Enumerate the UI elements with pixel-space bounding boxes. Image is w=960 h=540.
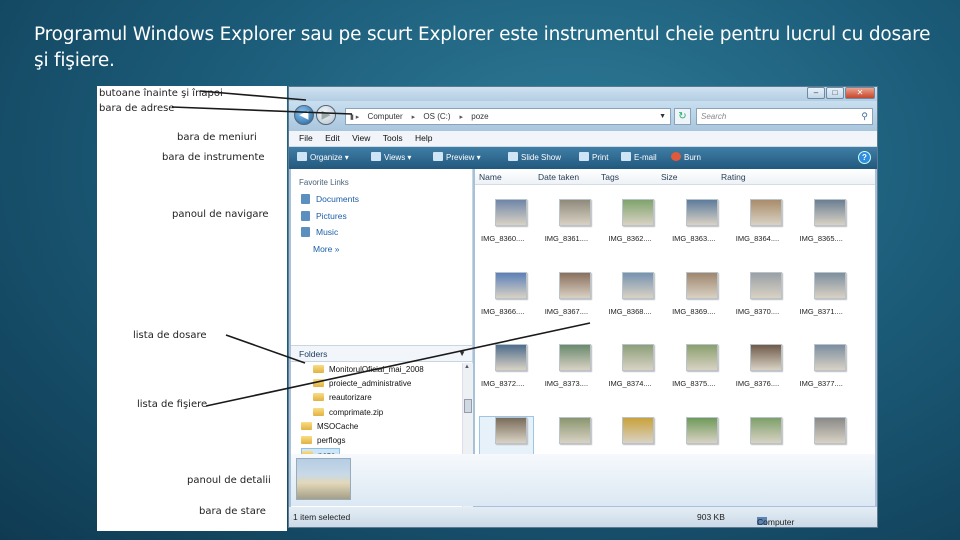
- pointer-line-address-bar: [171, 106, 353, 115]
- pointer-line-nav-buttons: [199, 90, 307, 101]
- pointer-line-file-list: [205, 322, 591, 407]
- pointer-line-folder-list: [225, 334, 306, 364]
- annotation-lines: [171, 90, 591, 407]
